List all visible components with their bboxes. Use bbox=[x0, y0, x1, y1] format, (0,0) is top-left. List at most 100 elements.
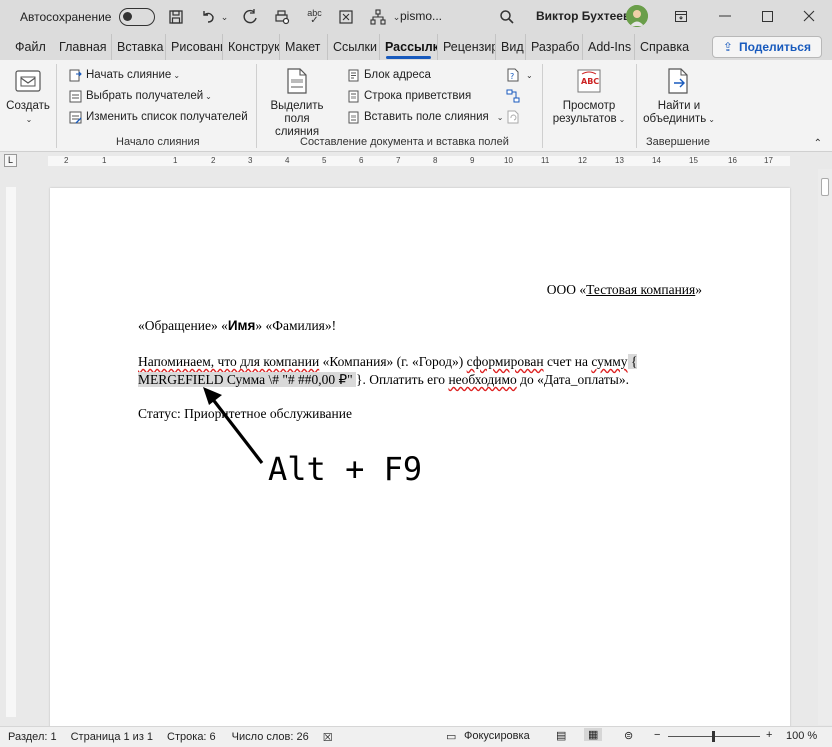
tab-file[interactable]: Файл bbox=[10, 34, 54, 60]
focus-icon[interactable]: ▭ bbox=[446, 730, 456, 743]
zoom-level[interactable]: 100 % bbox=[786, 730, 817, 742]
minimize-icon[interactable] bbox=[714, 6, 736, 26]
section-indicator[interactable]: Раздел: 1 bbox=[8, 731, 57, 743]
share-icon: ⇪ bbox=[722, 40, 733, 54]
greeting-name: Имя bbox=[227, 318, 256, 333]
zoom-slider-thumb[interactable] bbox=[712, 731, 715, 742]
paragraph-text: сумму bbox=[591, 354, 628, 369]
line-indicator[interactable]: Строка: 6 bbox=[167, 731, 216, 743]
select-recipients-label: Выбрать получателей bbox=[86, 90, 204, 102]
ruler-number: 3 bbox=[248, 156, 253, 165]
preview-results-button[interactable]: ABC Просмотр результатов ⌄ bbox=[548, 66, 630, 126]
autosave-label: Автосохранение bbox=[20, 10, 112, 24]
ribbon-display-icon[interactable] bbox=[670, 6, 692, 26]
zoom-out-icon[interactable]: − bbox=[654, 729, 660, 741]
rules-button[interactable]: ? ⌄ bbox=[506, 66, 533, 84]
company-line[interactable]: ООО «Тестовая компания» bbox=[547, 282, 702, 298]
finish-merge-label: Найти и объединить bbox=[643, 100, 707, 125]
tab-draw[interactable]: Рисовани bbox=[166, 34, 223, 60]
ruler-number: 10 bbox=[504, 156, 513, 165]
tab-add-ins[interactable]: Add-Ins bbox=[583, 34, 635, 60]
company-prefix: ООО « bbox=[546, 282, 587, 297]
tab-developer[interactable]: Разрабо bbox=[526, 34, 583, 60]
avatar[interactable] bbox=[626, 5, 648, 27]
compose-group-label: Составление документа и вставка полей bbox=[300, 136, 509, 148]
web-layout-icon[interactable]: ⊜ bbox=[624, 729, 633, 742]
insert-merge-field-button[interactable]: Вставить поле слияния ⌄ bbox=[346, 108, 503, 126]
vertical-ruler[interactable] bbox=[6, 187, 16, 717]
highlight-fields-button[interactable]: Выделить поля слияния bbox=[264, 66, 330, 139]
word-count[interactable]: Число слов: 26 bbox=[232, 731, 309, 743]
finish-merge-icon bbox=[664, 66, 694, 96]
print-layout-icon[interactable]: ▦ bbox=[584, 728, 603, 741]
maximize-icon[interactable] bbox=[756, 6, 778, 26]
address-block-button[interactable]: Блок адреса bbox=[346, 66, 431, 84]
ruler-number: 16 bbox=[728, 156, 737, 165]
save-icon[interactable] bbox=[165, 6, 187, 28]
print-preview-icon[interactable] bbox=[271, 6, 293, 28]
tab-layout[interactable]: Макет bbox=[280, 34, 328, 60]
page-indicator[interactable]: Страница 1 из 1 bbox=[71, 731, 153, 743]
paragraph-text: до «Дата_оплаты». bbox=[516, 372, 629, 387]
preview-results-label: Просмотр результатов bbox=[552, 100, 617, 125]
touch-mode-icon[interactable] bbox=[335, 6, 357, 28]
focus-mode-button[interactable]: Фокусировка bbox=[464, 730, 530, 742]
tree-icon[interactable] bbox=[367, 6, 389, 28]
highlight-fields-icon bbox=[282, 66, 312, 96]
create-button[interactable]: Создать ⌄ bbox=[6, 66, 50, 126]
document-name[interactable]: pismo... bbox=[400, 9, 442, 23]
edit-recipients-button[interactable]: Изменить список получателей bbox=[68, 108, 248, 126]
address-block-label: Блок адреса bbox=[364, 69, 431, 81]
user-name[interactable]: Виктор Бухтеев bbox=[536, 9, 630, 23]
tab-design[interactable]: Конструк bbox=[223, 34, 280, 60]
tab-references[interactable]: Ссылки bbox=[328, 34, 380, 60]
field-brace: { bbox=[627, 354, 638, 369]
tab-review[interactable]: Рецензир bbox=[438, 34, 496, 60]
greeting-line-button[interactable]: Строка приветствия bbox=[346, 87, 471, 105]
ruler-number: 12 bbox=[578, 156, 587, 165]
tab-insert[interactable]: Вставка bbox=[112, 34, 166, 60]
ruler-number: 2 bbox=[211, 156, 216, 165]
start-merge-icon bbox=[68, 68, 82, 82]
undo-icon[interactable] bbox=[197, 6, 219, 28]
share-button[interactable]: ⇪ Поделиться bbox=[711, 36, 822, 58]
paragraph-line-1[interactable]: Напоминаем, что для компании «Компания» … bbox=[138, 354, 638, 370]
autosave-toggle[interactable] bbox=[119, 8, 156, 26]
highlight-fields-label: Выделить поля слияния bbox=[270, 100, 324, 138]
update-labels-icon bbox=[506, 110, 520, 124]
group-separator bbox=[542, 64, 543, 148]
start-merge-button[interactable]: Начать слияние ⌄ bbox=[68, 66, 180, 84]
zoom-in-icon[interactable]: + bbox=[766, 729, 772, 741]
paragraph-text: необходимо bbox=[448, 372, 517, 387]
ruler-number: 9 bbox=[470, 156, 475, 165]
group-separator bbox=[56, 64, 57, 148]
spelling-icon[interactable]: abc ✓ bbox=[303, 6, 325, 28]
paragraph-text: сформирован bbox=[466, 354, 544, 369]
tab-view[interactable]: Вид bbox=[496, 34, 526, 60]
rules-icon: ? bbox=[506, 68, 520, 82]
greeting-line[interactable]: «Обращение» «Имя» «Фамилия»! bbox=[138, 318, 336, 334]
group-separator bbox=[256, 64, 257, 148]
ruler-number: 15 bbox=[689, 156, 698, 165]
read-mode-icon[interactable]: ▤ bbox=[556, 729, 566, 742]
collapse-ribbon-icon[interactable]: ⌃ bbox=[814, 138, 822, 149]
vertical-scrollbar[interactable] bbox=[818, 169, 832, 725]
select-recipients-button[interactable]: Выбрать получателей ⌄ bbox=[68, 87, 212, 105]
envelope-icon bbox=[13, 66, 43, 96]
scrollbar-thumb[interactable] bbox=[821, 178, 829, 196]
redo-icon[interactable] bbox=[239, 6, 261, 28]
close-icon[interactable] bbox=[798, 6, 820, 26]
horizontal-ruler[interactable]: L 2 1 1 2 3 4 5 6 7 8 9 10 11 12 13 14 1… bbox=[0, 153, 832, 169]
accessibility-icon[interactable]: ☒ bbox=[323, 731, 333, 744]
search-icon[interactable] bbox=[496, 6, 518, 28]
paragraph-text: «Компания» (г. «Город») bbox=[319, 354, 467, 369]
tab-stop-selector[interactable]: L bbox=[4, 154, 17, 167]
tab-help[interactable]: Справка bbox=[635, 34, 693, 60]
chevron-down-icon[interactable]: ⌄ bbox=[219, 6, 229, 28]
ruler-number: 2 bbox=[64, 156, 69, 165]
tab-home[interactable]: Главная bbox=[54, 34, 112, 60]
preview-results-icon: ABC bbox=[574, 66, 604, 96]
match-fields-button[interactable] bbox=[506, 87, 524, 105]
tab-mailings[interactable]: Рассылк bbox=[380, 34, 438, 60]
finish-merge-button[interactable]: Найти и объединить ⌄ bbox=[642, 66, 716, 126]
